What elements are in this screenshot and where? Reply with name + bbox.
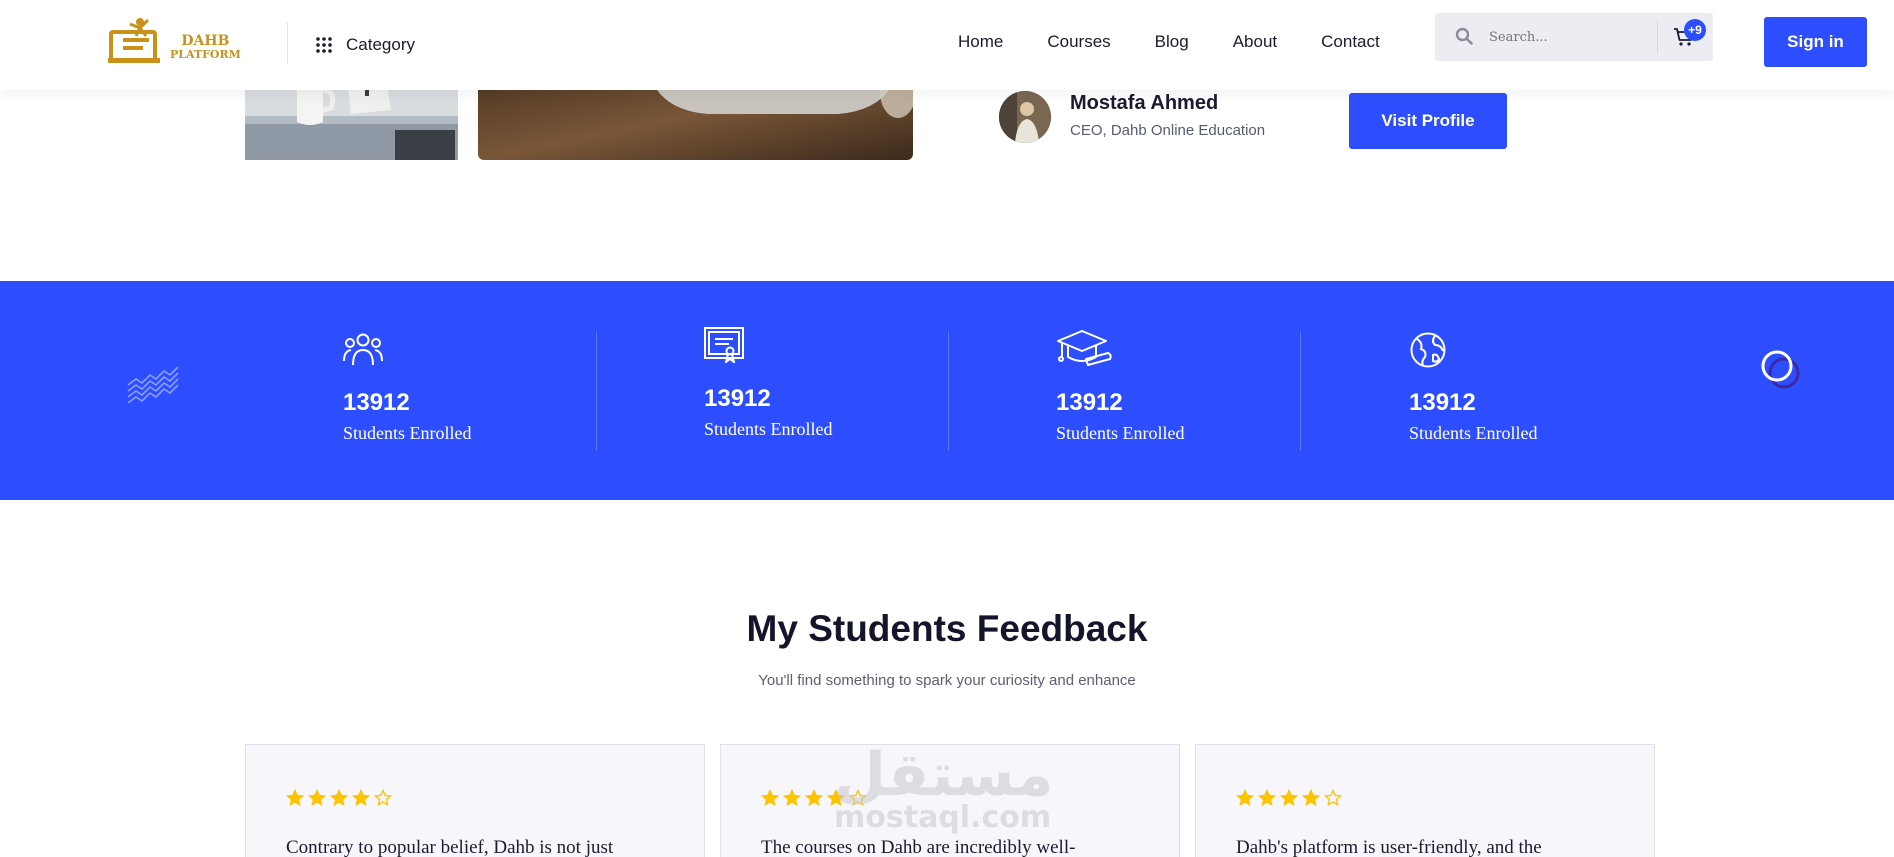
visit-profile-button[interactable]: Visit Profile (1349, 93, 1507, 149)
author-role: CEO, Dahb Online Education (1070, 122, 1266, 139)
author-avatar[interactable] (999, 91, 1051, 143)
grid-dots-icon (316, 37, 332, 53)
nav-courses[interactable]: Courses (1047, 32, 1110, 52)
search-bar: +9 (1435, 13, 1713, 61)
category-menu[interactable]: Category (316, 34, 415, 56)
certificate-icon (704, 327, 744, 363)
star-rating (1236, 789, 1342, 807)
testimonial-text: The courses on Dahb are incredibly well- (761, 837, 1076, 857)
stat-label: Students Enrolled (1056, 423, 1185, 443)
logo-line-1: DAHB (181, 33, 230, 49)
stat-value: 13912 (343, 389, 410, 416)
star-filled-icon (827, 789, 845, 807)
star-filled-icon (1258, 789, 1276, 807)
star-filled-icon (805, 789, 823, 807)
cart-count-badge: +9 (1684, 19, 1706, 41)
graduation-cap-icon (1057, 330, 1112, 366)
star-filled-icon (352, 789, 370, 807)
testimonial-card-3: Dahb's platform is user-friendly, and th… (1195, 744, 1655, 857)
star-outline-icon (849, 789, 867, 807)
stat-value: 13912 (1056, 389, 1123, 416)
author-name: Mostafa Ahmed (1070, 92, 1219, 114)
category-label: Category (346, 35, 415, 54)
stat-value: 13912 (1409, 389, 1476, 416)
testimonial-text: Dahb's platform is user-friendly, and th… (1236, 837, 1542, 857)
stat-label: Students Enrolled (343, 423, 472, 443)
star-filled-icon (308, 789, 326, 807)
circle-decoration (1761, 350, 1800, 389)
star-filled-icon (1302, 789, 1320, 807)
main-nav: Home Courses Blog About Contact (958, 32, 1380, 52)
stat-divider (948, 331, 949, 451)
nav-blog[interactable]: Blog (1155, 32, 1189, 52)
logo-icon (108, 18, 160, 63)
nav-about[interactable]: About (1233, 32, 1277, 52)
stat-value: 13912 (704, 385, 771, 412)
testimonial-text: Contrary to popular belief, Dahb is not … (286, 837, 614, 857)
search-input[interactable] (1489, 25, 1639, 49)
star-rating (286, 789, 392, 807)
logo-wordmark: DAHB PLATFORM (170, 34, 241, 62)
star-rating (761, 789, 867, 807)
star-filled-icon (761, 789, 779, 807)
header-divider (287, 22, 288, 64)
star-filled-icon (783, 789, 801, 807)
stat-divider (596, 331, 597, 451)
globe-icon (1410, 332, 1446, 368)
star-filled-icon (286, 789, 304, 807)
search-icon[interactable] (1455, 27, 1473, 45)
feedback-subtitle: You'll find something to spark your curi… (758, 672, 1136, 689)
star-filled-icon (330, 789, 348, 807)
testimonial-card-1: Contrary to popular belief, Dahb is not … (245, 744, 705, 857)
star-outline-icon (374, 789, 392, 807)
stat-label: Students Enrolled (704, 419, 833, 439)
star-filled-icon (1236, 789, 1254, 807)
search-separator (1657, 21, 1658, 53)
nav-home[interactable]: Home (958, 32, 1003, 52)
testimonial-card-2: The courses on Dahb are incredibly well- (720, 744, 1180, 857)
logo-line-2: PLATFORM (170, 48, 241, 61)
stat-label: Students Enrolled (1409, 423, 1538, 443)
users-icon (343, 333, 383, 366)
star-outline-icon (1324, 789, 1342, 807)
stat-divider (1300, 331, 1301, 451)
star-filled-icon (1280, 789, 1298, 807)
sign-in-button[interactable]: Sign in (1764, 17, 1867, 67)
site-header: DAHB PLATFORM Category Home Courses Blog… (0, 0, 1894, 90)
wave-decoration (127, 366, 179, 403)
stats-band: 13912 Students Enrolled 13912 Students E… (0, 281, 1894, 500)
nav-contact[interactable]: Contact (1321, 32, 1380, 52)
feedback-title: My Students Feedback (746, 608, 1148, 649)
